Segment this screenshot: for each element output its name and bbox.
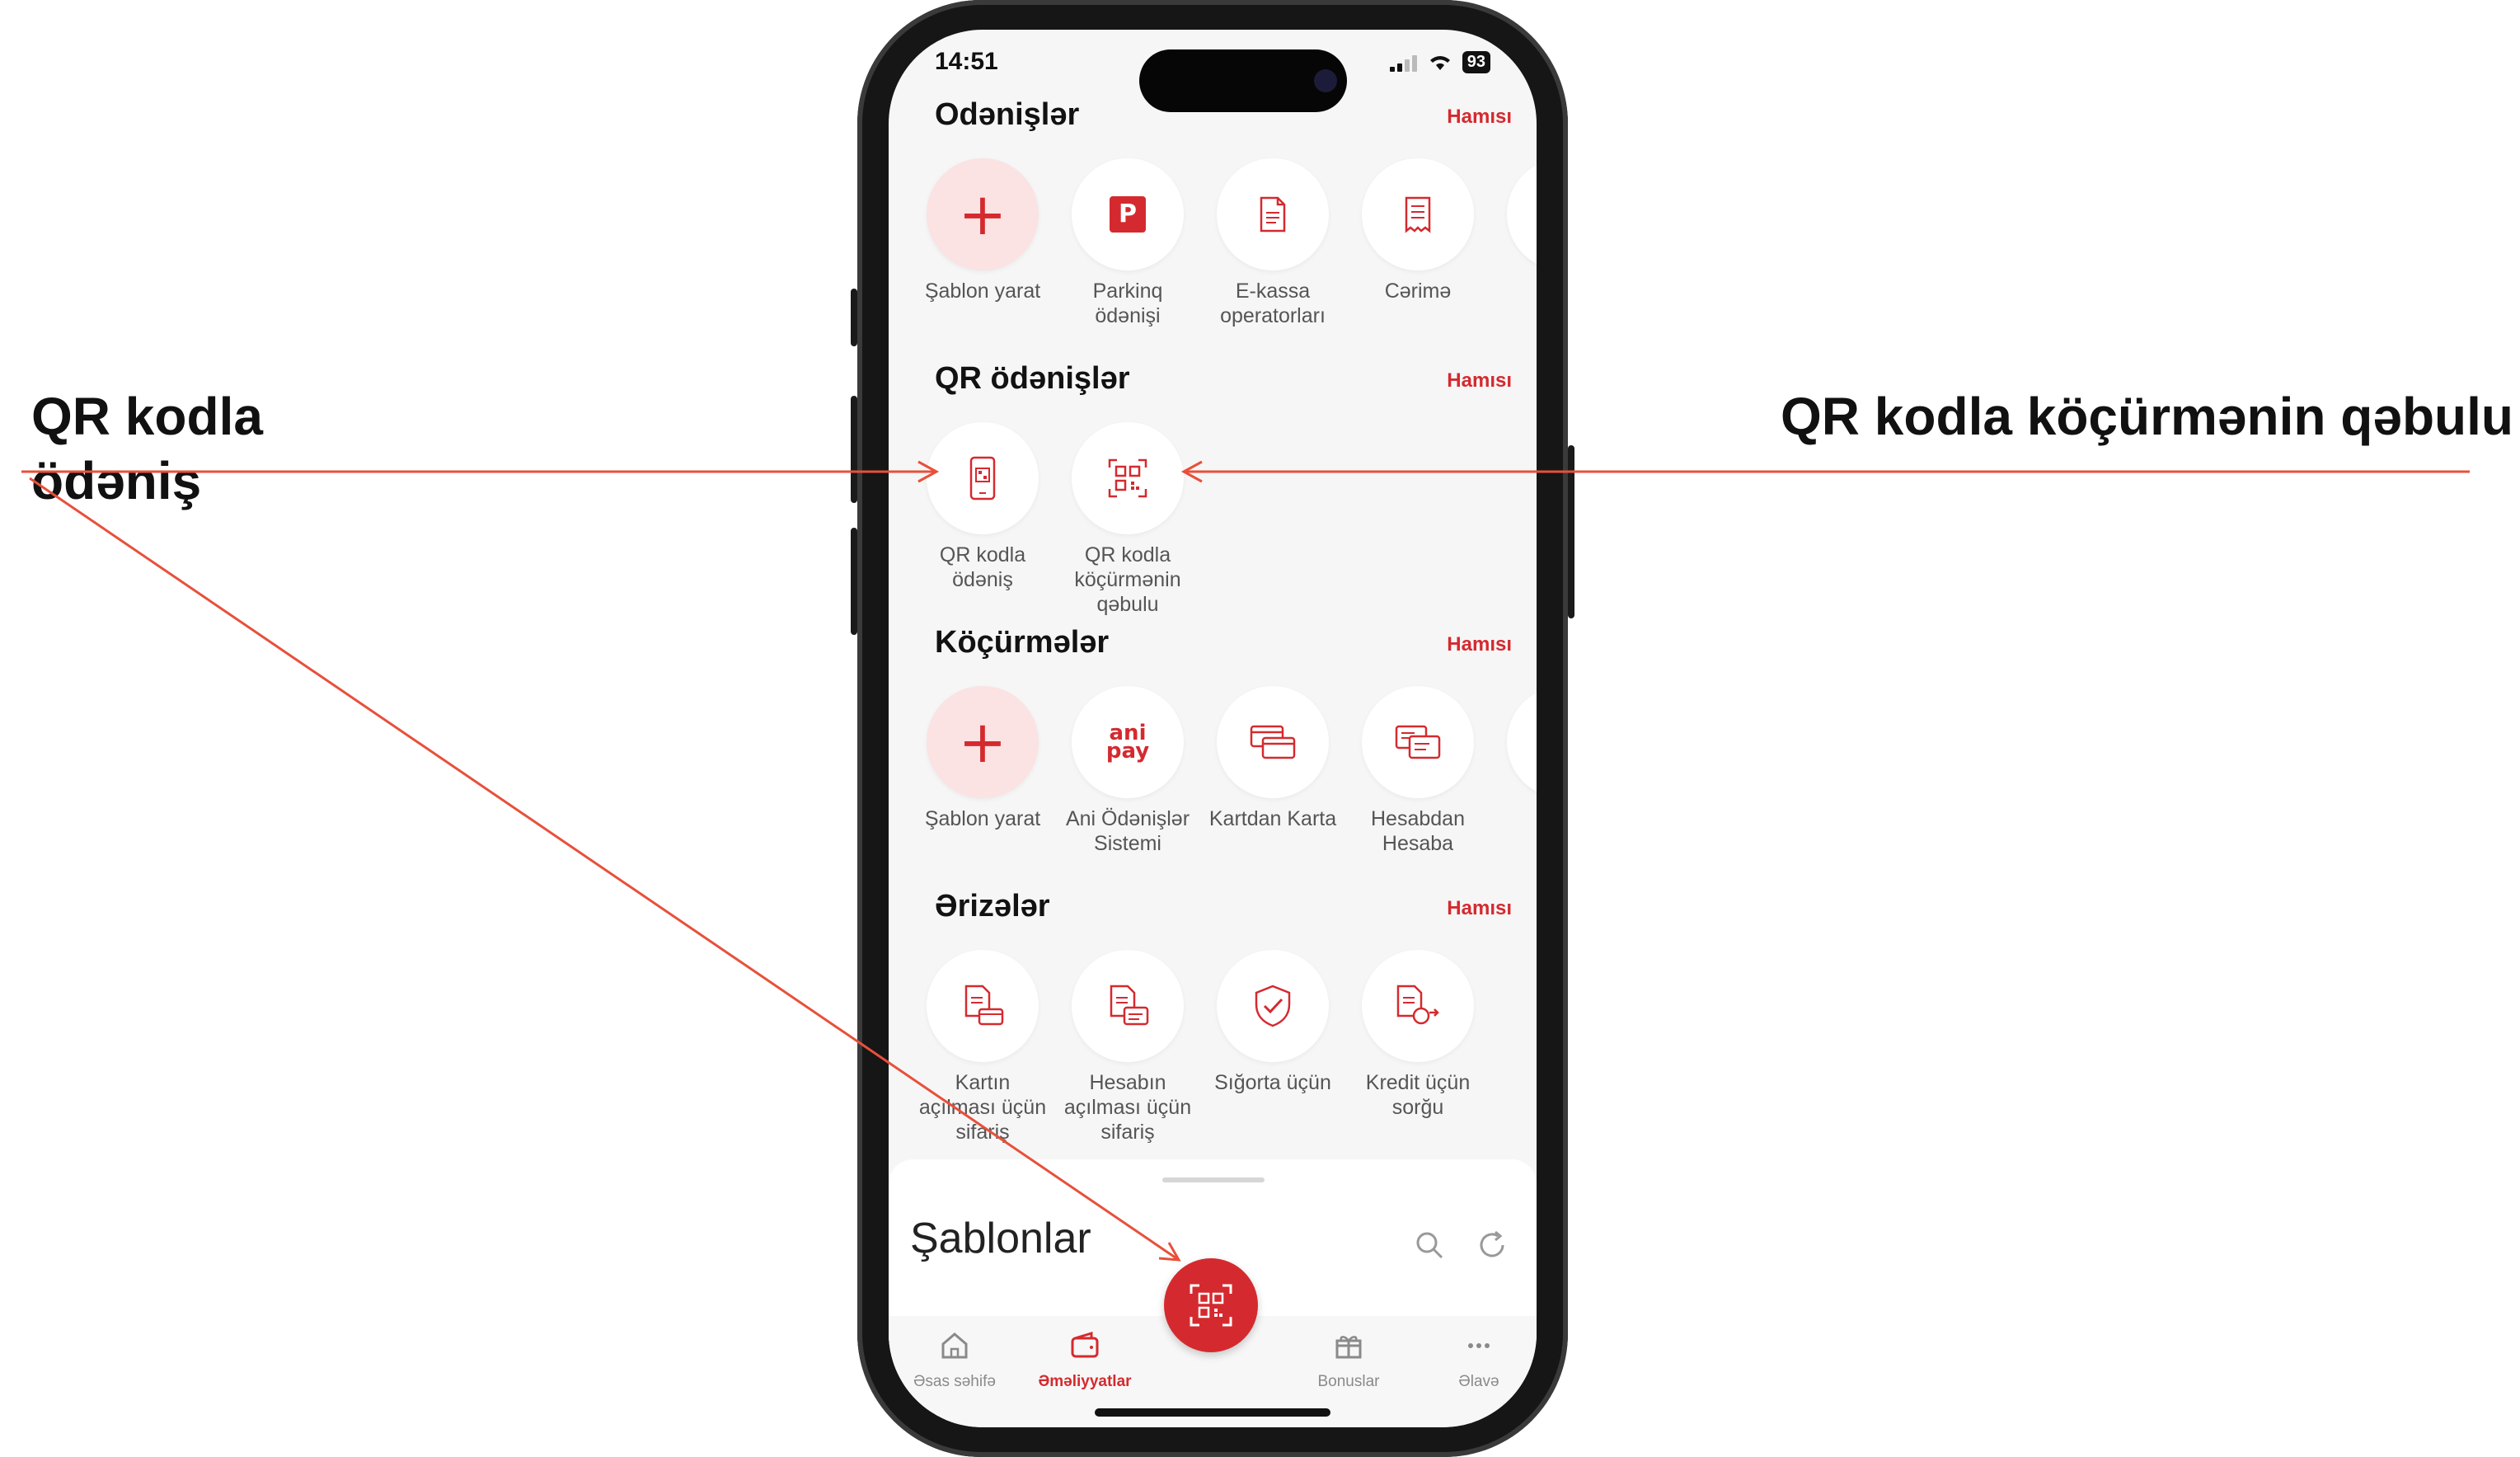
annotation-arrows (21, 460, 2470, 1262)
arrow-line-qr-fab (29, 477, 1180, 1262)
